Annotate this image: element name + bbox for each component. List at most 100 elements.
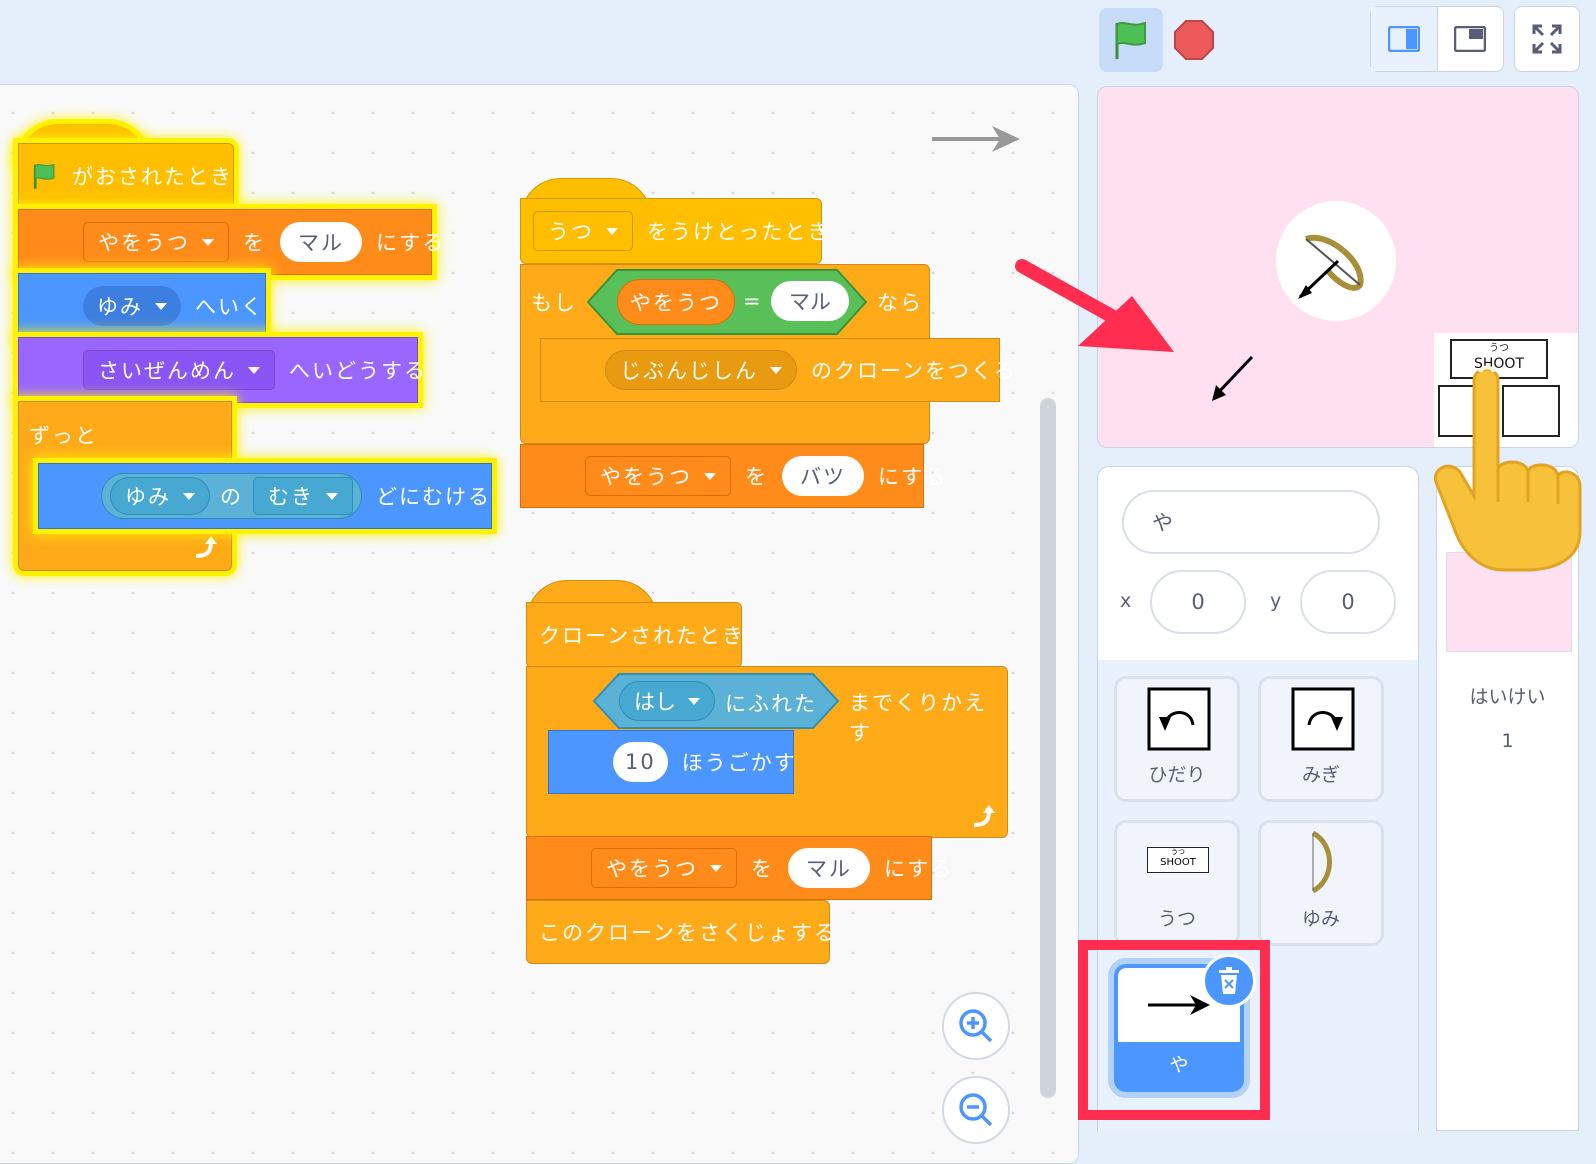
delete-clone-label: このクローンをさくじょする [539,921,837,945]
then-label: なら [877,291,923,315]
green-flag-button[interactable] [1099,8,1163,72]
sprite-tile-left[interactable]: ひだり [1114,676,1240,802]
variable-reporter[interactable]: やをうつ [617,279,735,325]
set-variable-block[interactable]: やをうつ を マル にする [526,836,951,900]
message-dropdown[interactable]: うつ [533,211,633,251]
zoom-out-button[interactable] [942,1076,1010,1144]
stop-button[interactable] [1172,18,1216,62]
rotate-right-icon [1291,687,1355,751]
rotate-left-icon [1147,687,1211,751]
suffix-label: にする [884,857,954,881]
clone-target-dropdown[interactable]: じぶんじしん [605,350,797,390]
set-variable-block[interactable]: やをうつ を バツ にする [520,444,945,508]
hat-label: クローンされたとき [539,624,745,648]
sprite-tile-shoot[interactable]: うつ SHOOT うつ [1114,820,1240,946]
green-flag-icon [1115,21,1146,59]
repeat-until-label: までくりかえす [849,691,987,745]
create-clone-block[interactable]: じぶんじしん のクローンをつくる [540,338,1015,402]
variable-name: やをうつ [606,857,698,881]
to-label: を [243,231,266,255]
move-steps-block[interactable]: 10 ほうごかす [548,730,797,794]
y-field[interactable]: 0 [1300,570,1396,634]
sprite-tile-right[interactable]: みぎ [1258,676,1384,802]
x-value: 0 [1191,590,1205,614]
of-label: の [220,485,243,509]
hat-label: がおされたとき [72,165,233,189]
when-flag-clicked-block[interactable]: がおされたとき [18,143,234,209]
green-flag-icon [33,163,55,189]
sprite-label: みぎ [1301,764,1340,786]
trash-icon [1219,967,1239,994]
chevron-down-icon [770,366,782,374]
to-label: を [751,857,774,881]
red-arrow-icon [1015,259,1174,352]
when-i-receive-block[interactable]: うつ をうけとったとき [520,198,828,264]
compare-value-input[interactable]: マル [771,281,849,321]
zoom-in-icon [959,1009,993,1043]
suffix-label: にする [376,231,446,255]
backdrop-label: はいけい [1469,686,1546,708]
steps-input[interactable]: 10 [613,742,668,782]
chevron-down-icon [248,366,260,374]
zoom-in-button[interactable] [942,992,1010,1060]
small-stage-button[interactable] [1371,7,1438,71]
y-label: y [1270,590,1282,612]
zoom-out-icon [959,1093,993,1127]
arrow-right-icon [932,126,1020,152]
value-input[interactable]: マル [280,222,362,262]
small-stage-icon [1387,26,1420,52]
variable-dropdown[interactable]: やをうつ [591,848,737,888]
equals-operator[interactable]: やをうつ = マル [587,269,867,335]
suffix-label: のクローンをつくる [811,359,1017,383]
target-dropdown[interactable]: ゆみ [83,286,181,326]
shoot-small-text: うつ [1489,343,1509,354]
touch-target-dropdown[interactable]: はし [619,681,715,721]
sprite-dropdown[interactable]: ゆみ [110,477,210,515]
value-input[interactable]: マル [788,848,870,888]
touching-label: にふれた [725,692,817,716]
touching-condition[interactable]: はし にふれた [593,673,839,729]
clone-target-name: じぶんじしん [620,359,758,383]
delete-clone-block[interactable]: このクローンをさくじょする [526,900,835,964]
suffix-label: ほうごかす [681,751,797,775]
go-to-layer-block[interactable]: さいぜんめん へいどうする [18,337,425,403]
set-variable-block[interactable]: やをうつ を マル にする [18,209,443,275]
chevron-down-icon [155,302,167,310]
when-cloned-block[interactable]: クローンされたとき [526,602,745,668]
shoot-thumb-small: うつ [1171,848,1185,856]
delete-sprite-button[interactable] [1202,954,1256,1008]
property-name: むき [268,485,314,509]
go-to-block[interactable]: ゆみ へいく [18,273,266,339]
sprite-name: ゆみ [125,485,171,509]
suffix-label: をうけとったとき [647,220,831,244]
variable-dropdown[interactable]: やをうつ [83,222,229,262]
sprite-label: や [1169,1054,1189,1076]
large-stage-button[interactable] [1438,7,1504,71]
top-bar [0,0,1596,86]
bow-sprite[interactable] [1276,201,1396,321]
layout-switcher [1370,6,1504,72]
layer-dropdown[interactable]: さいぜんめん [83,350,275,390]
x-label: x [1120,590,1132,612]
sensing-reporter[interactable]: ゆみ の むき [101,473,362,519]
x-field[interactable]: 0 [1150,570,1246,634]
workspace-scrollbar[interactable] [1040,398,1056,1098]
suffix-label: へいどうする [289,359,427,383]
chevron-down-icon [704,472,716,480]
fullscreen-button[interactable] [1514,6,1580,72]
chevron-down-icon [326,492,338,500]
chevron-down-icon [710,864,722,872]
sprite-name-value: や [1152,511,1173,535]
loop-arrow-icon [973,805,995,827]
arrow-sprite [1212,355,1254,401]
point-in-direction-block[interactable]: ゆみ の むき どにむける [38,463,492,529]
forever-label: ずっと [29,424,98,448]
variable-name: やをうつ [98,231,190,255]
variable-dropdown[interactable]: やをうつ [585,456,731,496]
sprite-label: ゆみ [1301,908,1340,930]
sprite-name-field[interactable]: や [1122,490,1380,554]
property-dropdown[interactable]: むき [253,477,353,515]
value-input[interactable]: バツ [782,456,864,496]
shoot-thumb-text: SHOOT [1160,857,1196,868]
sprite-tile-bow[interactable]: ゆみ [1258,820,1384,946]
